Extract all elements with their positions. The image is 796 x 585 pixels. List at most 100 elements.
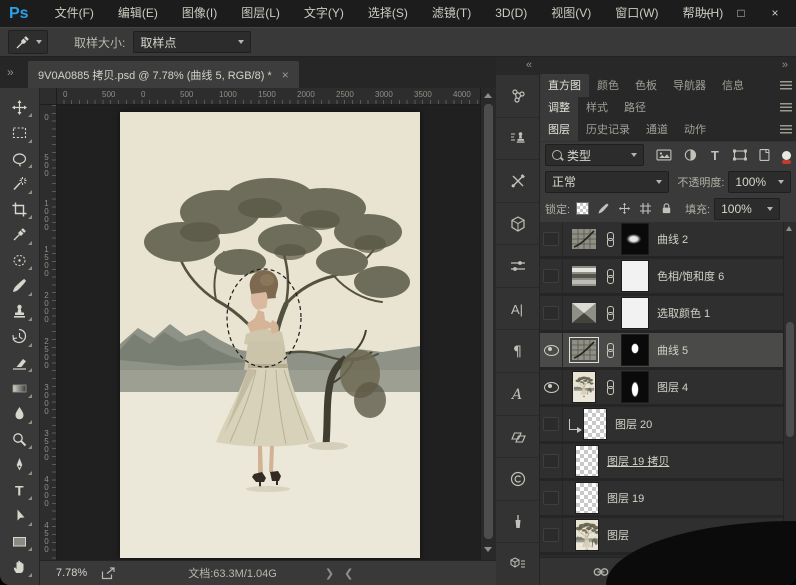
clone-source-panel-button[interactable] xyxy=(496,118,539,161)
menu-type[interactable]: 文字(Y) xyxy=(292,0,356,27)
3d-panel-button[interactable] xyxy=(496,203,539,246)
visibility-cell[interactable] xyxy=(540,222,563,256)
canvas-vertical-scrollbar[interactable] xyxy=(480,88,496,560)
layer-mask-thumbnail[interactable] xyxy=(621,334,649,366)
collapse-panels-icon[interactable]: « xyxy=(526,59,532,71)
layer-row[interactable]: 选取颜色 1 xyxy=(540,296,796,333)
visibility-cell[interactable] xyxy=(540,296,563,330)
filter-shape-layers-icon[interactable] xyxy=(732,148,748,162)
layer-name[interactable]: 曲线 2 xyxy=(657,231,688,247)
layer-name[interactable]: 曲线 5 xyxy=(657,342,688,358)
gradient-tool[interactable] xyxy=(6,376,34,400)
history-brush-tool[interactable] xyxy=(6,325,34,349)
crop-tool[interactable] xyxy=(6,197,34,221)
marquee-tool[interactable] xyxy=(6,121,34,145)
scrollbar-thumb[interactable] xyxy=(786,322,794,437)
healing-tool[interactable] xyxy=(6,248,34,272)
layer-mask-thumbnail[interactable] xyxy=(621,297,649,329)
filter-adjustment-layers-icon[interactable] xyxy=(683,148,698,162)
character-panel-button[interactable]: A| xyxy=(496,288,539,331)
path-select-tool[interactable] xyxy=(6,504,34,528)
menu-layer[interactable]: 图层(L) xyxy=(229,0,292,27)
tab-color[interactable]: 颜色 xyxy=(589,74,627,97)
layer-mask-thumbnail[interactable] xyxy=(621,371,649,403)
visibility-cell[interactable] xyxy=(540,407,563,441)
tab-navigator[interactable]: 导航器 xyxy=(665,74,714,97)
menu-view[interactable]: 视图(V) xyxy=(539,0,603,27)
move-tool[interactable] xyxy=(6,95,34,119)
filter-toggle-pin[interactable] xyxy=(782,151,791,160)
current-tool-button[interactable] xyxy=(8,30,48,54)
tab-styles[interactable]: 样式 xyxy=(578,96,616,119)
layers-scrollbar[interactable] xyxy=(783,222,796,557)
menu-window[interactable]: 窗口(W) xyxy=(603,0,670,27)
glyphs-panel-button[interactable]: A xyxy=(496,373,539,416)
zoom-level-field[interactable]: 7.78% xyxy=(56,567,87,579)
export-icon[interactable] xyxy=(101,567,116,580)
eyedropper-tool[interactable] xyxy=(6,223,34,247)
layer-thumbnail[interactable] xyxy=(583,408,607,440)
close-button[interactable]: × xyxy=(758,3,792,23)
shape-tool[interactable] xyxy=(6,529,34,553)
filter-type-layers-icon[interactable]: T xyxy=(709,148,722,162)
expand-panels-icon[interactable]: » xyxy=(782,59,788,71)
scrollbar-thumb[interactable] xyxy=(484,104,493,539)
visibility-cell[interactable] xyxy=(540,333,563,367)
lock-artboard-icon[interactable] xyxy=(639,202,652,215)
document-tab[interactable]: 9V0A0885 拷贝.psd @ 7.78% (曲线 5, RGB/8) * … xyxy=(28,61,299,88)
brushes-panel-button[interactable] xyxy=(496,501,539,544)
mask-link-icon[interactable] xyxy=(607,380,615,395)
lock-pixels-icon[interactable] xyxy=(597,202,610,215)
status-next-icon[interactable]: ❯ xyxy=(325,567,334,580)
sample-size-dropdown[interactable]: 取样点 xyxy=(133,31,251,53)
panel-menu-icon[interactable] xyxy=(780,125,792,134)
opacity-dropdown[interactable]: 100% xyxy=(728,171,791,193)
menu-select[interactable]: 选择(S) xyxy=(356,0,420,27)
layer-row[interactable]: 图层 19 拷贝 xyxy=(540,444,796,481)
menu-image[interactable]: 图像(I) xyxy=(170,0,229,27)
lock-all-icon[interactable] xyxy=(660,202,673,215)
lock-transparency-icon[interactable] xyxy=(576,202,589,215)
mask-link-icon[interactable] xyxy=(607,232,615,247)
blur-tool[interactable] xyxy=(6,402,34,426)
paragraph-panel-button[interactable]: ¶ xyxy=(496,330,539,373)
tab-layers[interactable]: 图层 xyxy=(540,118,578,141)
lasso-tool[interactable] xyxy=(6,146,34,170)
3d-properties-panel-button[interactable] xyxy=(496,543,539,585)
expand-panels-icon[interactable]: » xyxy=(7,65,14,79)
visibility-cell[interactable] xyxy=(540,259,563,293)
tab-swatches[interactable]: 色板 xyxy=(627,74,665,97)
blend-mode-dropdown[interactable]: 正常 xyxy=(545,171,669,193)
tab-info[interactable]: 信息 xyxy=(714,74,752,97)
filter-pixel-layers-icon[interactable] xyxy=(656,148,672,162)
mask-link-icon[interactable] xyxy=(607,306,615,321)
scroll-down-icon[interactable] xyxy=(484,547,492,552)
scroll-up-icon[interactable] xyxy=(484,93,492,98)
layer-row[interactable]: 图层 19 xyxy=(540,481,796,518)
layer-name[interactable]: 图层 xyxy=(607,527,629,543)
layer-name[interactable]: 图层 19 xyxy=(607,490,644,506)
tab-histogram[interactable]: 直方图 xyxy=(540,74,589,97)
tab-history[interactable]: 历史记录 xyxy=(578,118,638,141)
layer-mask-thumbnail[interactable] xyxy=(621,223,649,255)
eye-icon[interactable] xyxy=(544,382,559,393)
panel-menu-icon[interactable] xyxy=(780,81,792,90)
minimize-button[interactable]: ─ xyxy=(690,3,724,23)
layer-name[interactable]: 选取颜色 1 xyxy=(657,305,710,321)
layer-comps-panel-button[interactable] xyxy=(496,416,539,459)
layer-row[interactable]: 图层 4 xyxy=(540,370,796,407)
layer-name[interactable]: 图层 4 xyxy=(657,379,688,395)
mask-link-icon[interactable] xyxy=(607,343,615,358)
layer-name[interactable]: 色相/饱和度 6 xyxy=(657,268,724,284)
layer-thumbnail[interactable] xyxy=(572,371,596,403)
horizontal-ruler[interactable]: 0 500 0 500 1000 1500 2000 2500 3000 350… xyxy=(40,88,496,105)
layer-row-selected[interactable]: 曲线 5 xyxy=(540,333,796,370)
menu-filter[interactable]: 滤镜(T) xyxy=(420,0,483,27)
brush-settings-panel-button[interactable] xyxy=(496,245,539,288)
tool-presets-panel-button[interactable] xyxy=(496,160,539,203)
layer-thumbnail[interactable] xyxy=(575,482,599,514)
visibility-cell[interactable] xyxy=(540,370,563,404)
layer-row[interactable]: 图层 20 xyxy=(540,407,796,444)
tab-channels[interactable]: 通道 xyxy=(638,118,676,141)
layer-thumbnail[interactable] xyxy=(575,519,599,551)
